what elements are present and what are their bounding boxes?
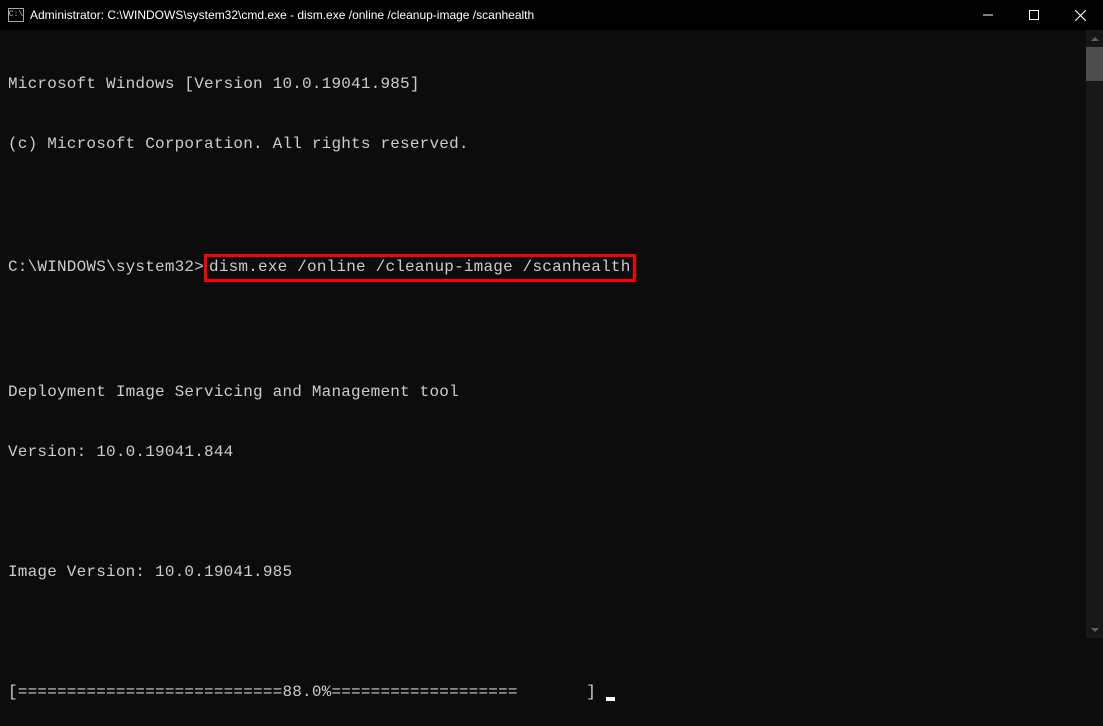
vertical-scrollbar[interactable] bbox=[1086, 30, 1103, 638]
window-controls bbox=[965, 0, 1103, 30]
maximize-button[interactable] bbox=[1011, 0, 1057, 30]
output-line: Deployment Image Servicing and Managemen… bbox=[8, 382, 1095, 402]
blank-line bbox=[8, 622, 1095, 642]
prompt-text: C:\WINDOWS\system32> bbox=[8, 258, 204, 276]
progress-line: [===========================88.0%=======… bbox=[8, 682, 1095, 702]
command-line: C:\WINDOWS\system32> dism.exe /online /cl… bbox=[8, 254, 1095, 282]
blank-line bbox=[8, 502, 1095, 522]
output-line: Version: 10.0.19041.844 bbox=[8, 442, 1095, 462]
command-highlight: dism.exe /online /cleanup-image /scanhea… bbox=[204, 254, 635, 282]
blank-line bbox=[8, 194, 1095, 214]
terminal-output[interactable]: Microsoft Windows [Version 10.0.19041.98… bbox=[0, 30, 1103, 726]
output-line: Image Version: 10.0.19041.985 bbox=[8, 562, 1095, 582]
close-button[interactable] bbox=[1057, 0, 1103, 30]
blank-line bbox=[8, 322, 1095, 342]
titlebar-left: C:\ Administrator: C:\WINDOWS\system32\c… bbox=[8, 8, 534, 22]
command-text: dism.exe /online /cleanup-image /scanhea… bbox=[209, 258, 630, 276]
window-title: Administrator: C:\WINDOWS\system32\cmd.e… bbox=[30, 8, 534, 22]
cmd-icon: C:\ bbox=[8, 8, 24, 22]
scroll-thumb[interactable] bbox=[1086, 47, 1103, 81]
progress-text: [===========================88.0%=======… bbox=[8, 683, 606, 701]
output-line: Microsoft Windows [Version 10.0.19041.98… bbox=[8, 74, 1095, 94]
window-titlebar: C:\ Administrator: C:\WINDOWS\system32\c… bbox=[0, 0, 1103, 30]
scroll-up-button[interactable] bbox=[1086, 30, 1103, 47]
output-line: (c) Microsoft Corporation. All rights re… bbox=[8, 134, 1095, 154]
scroll-down-button[interactable] bbox=[1086, 621, 1103, 638]
cursor bbox=[606, 697, 615, 701]
minimize-button[interactable] bbox=[965, 0, 1011, 30]
